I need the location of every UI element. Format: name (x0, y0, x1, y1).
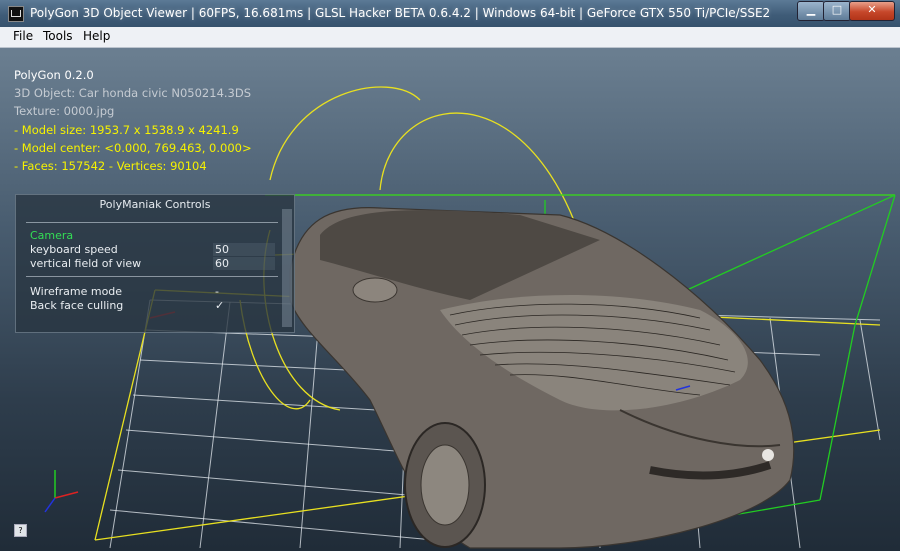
menu-file[interactable]: File (13, 29, 33, 43)
maximize-button[interactable]: □ (823, 1, 851, 21)
backface-label: Back face culling (30, 299, 124, 312)
3d-viewport[interactable]: PolyGon 0.2.0 3D Object: Car honda civic… (0, 48, 900, 551)
help-button[interactable]: ? (14, 524, 27, 537)
menu-help[interactable]: Help (83, 29, 110, 43)
window-title: PolyGon 3D Object Viewer | 60FPS, 16.681… (30, 6, 771, 20)
backface-checkbox[interactable]: ✓ (215, 299, 224, 312)
panel-title: PolyManiak Controls (99, 198, 211, 211)
app-icon[interactable] (8, 6, 24, 22)
panel-divider (26, 276, 278, 277)
menu-bar: File Tools Help (0, 27, 900, 48)
controls-panel[interactable]: PolyManiak Controls Camera keyboard spee… (15, 194, 295, 333)
panel-scrollbar[interactable] (282, 209, 292, 327)
fov-label: vertical field of view (30, 257, 142, 270)
wireframe-toggle[interactable]: - (215, 285, 219, 298)
fov-input[interactable]: 60 (213, 257, 275, 270)
app-version: PolyGon 0.2.0 (14, 68, 94, 82)
car-model (289, 207, 795, 549)
texture-name: Texture: 0000.jpg (14, 104, 115, 118)
close-button[interactable]: ✕ (849, 1, 895, 21)
object-name: 3D Object: Car honda civic N050214.3DS (14, 86, 252, 100)
model-center: - Model center: <0.000, 769.463, 0.000> (14, 141, 252, 155)
keyboard-speed-input[interactable]: 50 (213, 243, 275, 256)
model-size: - Model size: 1953.7 x 1538.9 x 4241.9 (14, 123, 239, 137)
minimize-button[interactable]: ▁ (797, 1, 825, 21)
title-bar: PolyGon 3D Object Viewer | 60FPS, 16.681… (0, 0, 900, 27)
section-camera[interactable]: Camera (30, 229, 73, 242)
panel-divider (26, 222, 278, 223)
keyboard-speed-label: keyboard speed (30, 243, 118, 256)
faces-vertices: - Faces: 157542 - Vertices: 90104 (14, 159, 207, 173)
wireframe-label: Wireframe mode (30, 285, 123, 298)
menu-tools[interactable]: Tools (43, 29, 73, 43)
